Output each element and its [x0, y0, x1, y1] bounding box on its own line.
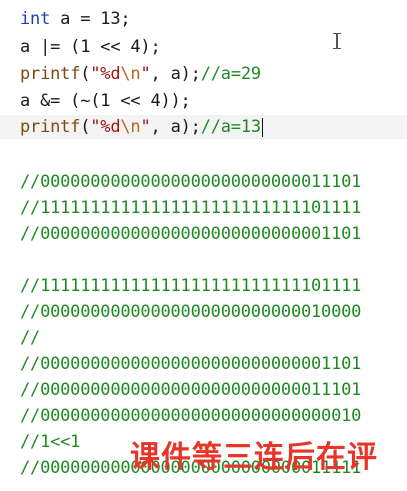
text-caret: [261, 117, 263, 137]
function-name: printf: [20, 117, 81, 137]
comment-line[interactable]: //1<<1: [20, 430, 80, 454]
comment-line[interactable]: //00000000000000000000000000010000: [20, 300, 361, 324]
inline-comment: //a=29: [200, 64, 261, 84]
inline-comment: //a=13: [200, 117, 261, 137]
code-line-1[interactable]: int a = 13;: [20, 7, 131, 31]
call-args: , a);: [150, 64, 201, 84]
comment-line[interactable]: //00000000000000000000000000000010: [20, 404, 361, 428]
watermark-text: 课件等三连后在评: [130, 440, 378, 475]
ibeam-cursor-icon: [333, 33, 341, 49]
code-editor[interactable]: int a = 13; a |= (1 << 4); printf("%d\n"…: [0, 0, 407, 491]
code-text: a |= (1 << 4);: [20, 37, 161, 57]
paren: (: [80, 117, 91, 137]
comment-line[interactable]: //: [20, 326, 40, 350]
comment-line[interactable]: //11111111111111111111111111101111: [20, 274, 361, 298]
code-text: a = 13;: [50, 9, 131, 29]
call-args: , a);: [150, 117, 201, 137]
code-text: a &= (~(1 << 4));: [20, 91, 191, 111]
string-close: ": [140, 117, 151, 137]
code-line-3[interactable]: printf("%d\n", a);//a=29: [20, 62, 261, 86]
code-line-2[interactable]: a |= (1 << 4);: [20, 35, 161, 59]
comment-line[interactable]: //00000000000000000000000000001101: [20, 352, 361, 376]
paren: (: [80, 64, 91, 84]
escape-sequence: \n: [120, 64, 141, 84]
string-literal: "%d: [90, 64, 121, 84]
comment-line[interactable]: //00000000000000000000000000011101: [20, 170, 361, 194]
string-literal: "%d: [90, 117, 121, 137]
comment-line[interactable]: //00000000000000000000000000001101: [20, 222, 361, 246]
escape-sequence: \n: [120, 117, 141, 137]
code-line-4[interactable]: a &= (~(1 << 4));: [20, 89, 191, 113]
comment-line[interactable]: //00000000000000000000000000011101: [20, 378, 361, 402]
function-name: printf: [20, 64, 81, 84]
comment-line[interactable]: //11111111111111111111111111101111: [20, 196, 361, 220]
string-close: ": [140, 64, 151, 84]
code-line-5-current[interactable]: printf("%d\n", a);//a=13: [0, 115, 407, 139]
keyword-int: int: [20, 9, 51, 29]
